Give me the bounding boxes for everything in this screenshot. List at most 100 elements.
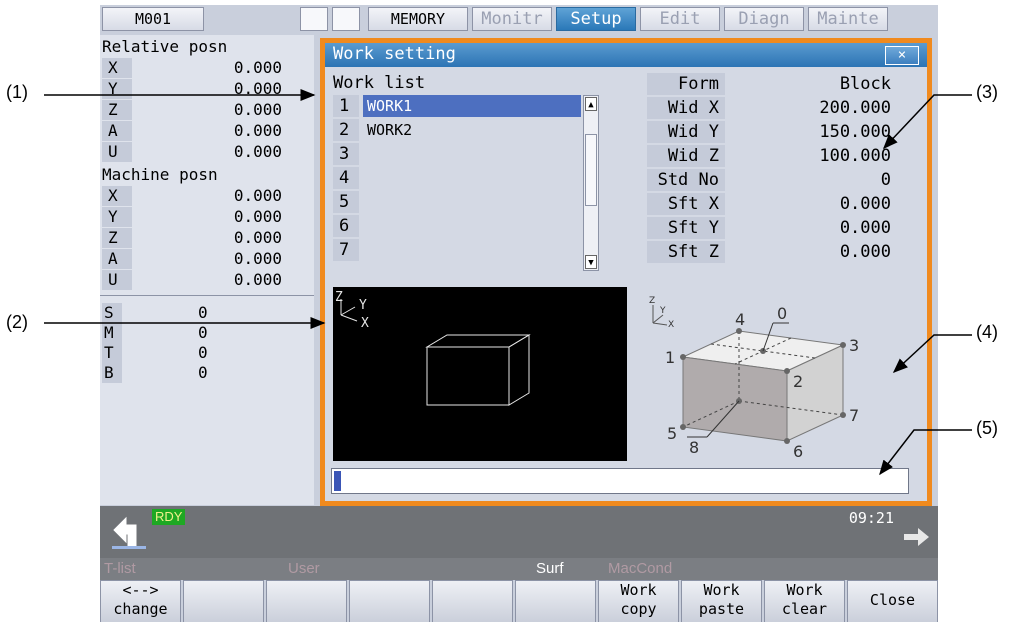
param-row[interactable]: Sft Y 0.000: [647, 217, 917, 241]
softkey-work-paste[interactable]: Work paste: [681, 580, 762, 622]
input-field[interactable]: [331, 468, 909, 494]
work-list: 1 WORK1 2 WORK2 3 4 5 6 7 ▲ ▼: [333, 95, 601, 275]
blank-indicator-1: [300, 7, 328, 31]
menu-group-maccond: MacCond: [608, 560, 673, 577]
smtb-value: 0: [198, 323, 208, 342]
axis-label: X: [102, 58, 132, 78]
next-arrow-icon[interactable]: [902, 526, 930, 548]
tab-setup[interactable]: Setup: [556, 7, 636, 31]
item-name: [363, 215, 581, 237]
input-cursor: [334, 471, 341, 491]
axis-value: 0.000: [233, 121, 282, 140]
param-row[interactable]: Wid X 200.000: [647, 97, 917, 121]
param-label: Wid X: [647, 97, 725, 119]
param-label: Sft X: [647, 193, 725, 215]
relative-row: Z 0.000: [102, 100, 312, 121]
work-list-item[interactable]: 1 WORK1: [333, 95, 581, 119]
work-list-item[interactable]: 5: [333, 191, 579, 215]
menu-group-tlist: T-list: [104, 560, 136, 577]
tab-mainte[interactable]: Mainte: [808, 7, 888, 31]
tab-edit[interactable]: Edit: [640, 7, 720, 31]
machine-row: Y 0.000: [102, 207, 312, 228]
corner-label-5: 5: [667, 424, 677, 443]
param-row[interactable]: Form Block: [647, 73, 917, 97]
softkey-empty[interactable]: [515, 580, 596, 622]
item-number: 4: [333, 167, 359, 189]
callout-4: (4): [976, 322, 998, 342]
work-list-item[interactable]: 2 WORK2: [333, 119, 579, 143]
work-preview: Z Y X: [333, 287, 627, 461]
block-reference-diagram: Z Y X 0 1 2 3 4 5 6 7 8: [649, 296, 859, 461]
corner-label-1: 1: [665, 348, 675, 367]
machine-row: A 0.000: [102, 249, 312, 270]
machine-position-title: Machine posn: [102, 165, 218, 184]
axis-label: A: [102, 121, 132, 141]
softkey-work-clear[interactable]: Work clear: [764, 580, 845, 622]
param-row[interactable]: Std No 0: [647, 169, 917, 193]
block-diagram: Z Y X 0 1 2 3 4 5 6 7 8: [643, 287, 913, 461]
scroll-thumb[interactable]: [585, 134, 597, 206]
work-list-title: Work list: [333, 73, 426, 93]
dialog-title-bar: Work setting ×: [325, 43, 927, 67]
item-name: [363, 191, 581, 213]
item-number: 7: [333, 239, 359, 261]
back-arrow-icon[interactable]: [106, 512, 148, 550]
softkey-empty[interactable]: [183, 580, 264, 622]
relative-row: Y 0.000: [102, 79, 312, 100]
param-label: Wid Y: [647, 121, 725, 143]
scroll-down-icon[interactable]: ▼: [585, 255, 597, 269]
softkey-empty[interactable]: [432, 580, 513, 622]
corner-label-3: 3: [849, 336, 859, 355]
work-list-item[interactable]: 7: [333, 239, 579, 263]
callout-5: (5): [976, 418, 998, 438]
menu-group-row: T-list User Surf MacCond: [100, 558, 938, 580]
axis-label: Z: [102, 100, 132, 120]
close-icon[interactable]: ×: [885, 46, 919, 65]
work-list-item[interactable]: 6: [333, 215, 579, 239]
dialog-title: Work setting: [333, 44, 456, 64]
preview-axis-x: X: [361, 316, 369, 331]
scroll-up-icon[interactable]: ▲: [585, 97, 597, 111]
tab-diagn[interactable]: Diagn: [724, 7, 804, 31]
param-row[interactable]: Sft X 0.000: [647, 193, 917, 217]
operation-mode: MEMORY: [368, 7, 468, 31]
position-panel: Relative posn X 0.000 Y 0.000 Z 0.000 A 0.00…: [100, 35, 314, 505]
softkey-line1: Work: [620, 581, 657, 599]
work-list-scrollbar[interactable]: ▲ ▼: [583, 95, 599, 271]
softkey-work-copy[interactable]: Work copy: [598, 580, 679, 622]
param-value: 0: [880, 170, 891, 190]
axis-value: 0.000: [233, 58, 282, 77]
cnc-screen: M001 MEMORY Monitr Setup Edit Diagn Main…: [100, 5, 938, 622]
item-name: [363, 239, 581, 261]
param-row[interactable]: Wid Z 100.000: [647, 145, 917, 169]
softkey-bar: <--> change Work copy Work paste Work clear …: [100, 580, 938, 622]
softkey-change[interactable]: <--> change: [100, 580, 181, 622]
axis-label: U: [102, 270, 132, 290]
param-row[interactable]: Sft Z 0.000: [647, 241, 917, 265]
axis-value: 0.000: [233, 79, 282, 98]
softkey-line1: <-->: [122, 581, 159, 599]
tab-monitr[interactable]: Monitr: [472, 7, 552, 31]
softkey-close[interactable]: Close: [847, 580, 938, 622]
softkey-empty[interactable]: [266, 580, 347, 622]
param-value: 0.000: [839, 242, 891, 262]
softkey-line2: paste: [698, 600, 745, 618]
item-name: WORK1: [363, 95, 581, 117]
work-list-item[interactable]: 3: [333, 143, 579, 167]
softkey-empty[interactable]: [349, 580, 430, 622]
param-row[interactable]: Wid Y 150.000: [647, 121, 917, 145]
smtb-value: 0: [198, 363, 208, 382]
status-bar: RDY 09:21: [100, 506, 938, 558]
axis-value: 0.000: [233, 142, 282, 161]
relative-row: X 0.000: [102, 58, 312, 79]
smtb-label: S: [102, 303, 122, 323]
work-list-item[interactable]: 4: [333, 167, 579, 191]
smtb-value: 0: [198, 303, 208, 322]
axis-value: 0.000: [233, 100, 282, 119]
item-number: 2: [333, 119, 359, 141]
param-value: 0.000: [839, 218, 891, 238]
param-value: Block: [839, 74, 891, 94]
param-label: Std No: [647, 169, 725, 191]
axis-value: 0.000: [233, 207, 282, 226]
smtb-label: B: [102, 363, 122, 383]
